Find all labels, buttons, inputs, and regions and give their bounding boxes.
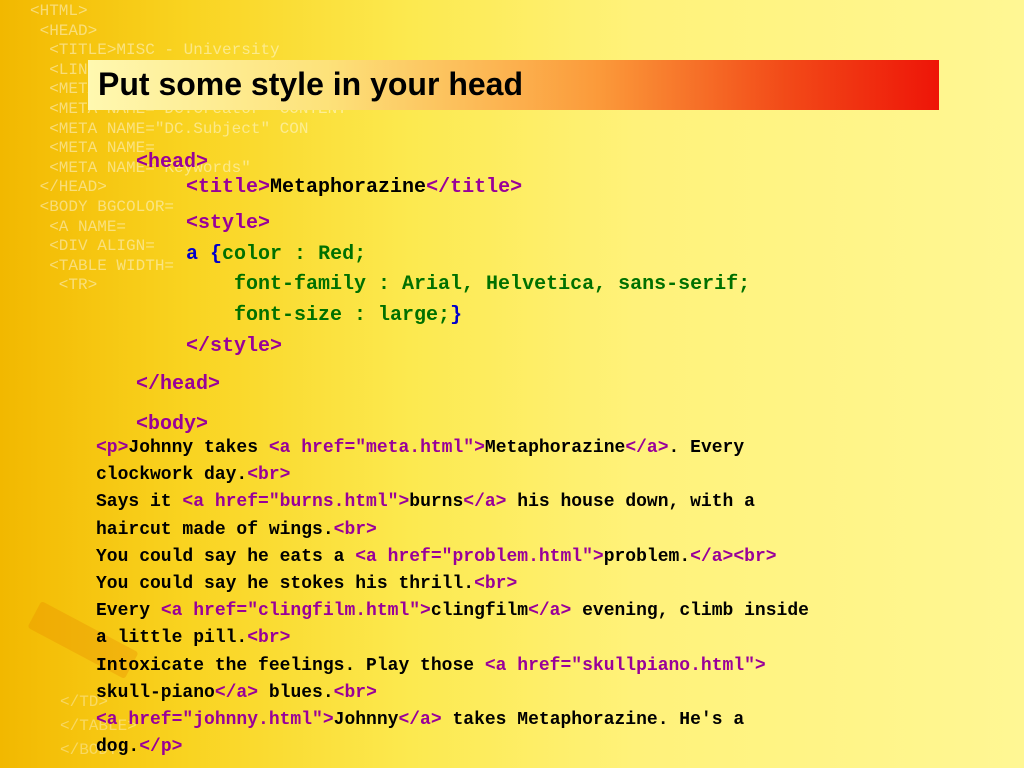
link-text: clingfilm	[430, 601, 529, 622]
tag-a-open: <a href="burns.html">	[182, 492, 410, 513]
code-line: skull-piano</a> blues.<br>	[96, 680, 809, 707]
code-line: Every <a href="clingfilm.html">clingfilm…	[96, 598, 809, 625]
code-text: You could say he stokes his thrill.	[96, 574, 475, 595]
css-brace-close: }	[450, 304, 463, 327]
code-line: dog.</p>	[96, 734, 809, 761]
slide-title-bar: Put some style in your head	[88, 60, 939, 110]
tag-a-close: </a>	[528, 601, 572, 622]
tag-br: <br>	[474, 574, 518, 595]
code-text: Intoxicate the feelings. Play those	[96, 655, 485, 676]
tag-a-open: <a href="clingfilm.html">	[160, 601, 431, 622]
code-text: You could say he eats a	[96, 546, 356, 567]
tag-a-open: <a href="meta.html">	[268, 438, 485, 458]
link-text: skull-piano	[96, 682, 215, 703]
tag-br: <br>	[333, 519, 377, 540]
link-text: Johnny	[333, 710, 399, 731]
tag-title-close: </title>	[426, 176, 523, 199]
code-text: evening, climb inside	[571, 601, 809, 622]
link-text: problem.	[603, 546, 691, 567]
tag-a-open: <a href="skullpiano.html">	[484, 655, 766, 676]
code-line: You could say he eats a <a href="problem…	[96, 544, 809, 571]
code-line: <a href="johnny.html">Johnny</a> takes M…	[96, 707, 809, 734]
code-text: a little pill.	[96, 628, 248, 649]
code-line: Intoxicate the feelings. Play those <a h…	[96, 653, 809, 680]
tag-p-open: <p>	[96, 438, 129, 458]
code-text: Says it	[96, 492, 183, 513]
code-text: blues.	[258, 682, 334, 703]
tag-a-close: </a>	[398, 710, 442, 731]
tag-br: <br>	[247, 628, 291, 649]
code-text: dog.	[96, 737, 140, 758]
tag-a-close: </a>	[625, 438, 669, 458]
link-text: Metaphorazine	[484, 438, 626, 458]
tag-br: <br>	[733, 546, 777, 567]
code-line: clockwork day.<br>	[96, 462, 809, 489]
code-line: You could say he stokes his thrill.<br>	[96, 571, 809, 598]
title-text: Metaphorazine	[270, 176, 427, 199]
tag-a-close: </a>	[214, 682, 259, 703]
tag-a-open: <a href="johnny.html">	[96, 710, 334, 731]
code-text: takes Metaphorazine. He's a	[441, 710, 745, 731]
code-text: haircut made of wings.	[96, 519, 334, 540]
code-text: Johnny takes	[128, 438, 269, 458]
body-code-block: <p>Johnny takes <a href="meta.html">Meta…	[96, 435, 809, 761]
code-line: haircut made of wings.<br>	[96, 517, 809, 544]
tag-a-close: </a>	[690, 546, 734, 567]
tag-body-open: <body>	[136, 413, 209, 436]
link-text: burns	[409, 492, 464, 513]
code-text: clockwork day.	[96, 465, 248, 486]
tag-a-open: <a href="problem.html">	[355, 546, 604, 567]
slide-title: Put some style in your head	[98, 66, 523, 102]
code-line: a little pill.<br>	[96, 625, 809, 652]
code-line: <p>Johnny takes <a href="meta.html">Meta…	[96, 435, 809, 462]
code-text: Every	[96, 601, 161, 622]
tag-br: <br>	[247, 465, 291, 486]
code-text: . Every	[668, 438, 745, 458]
code-text: his house down, with a	[506, 492, 755, 513]
tag-br: <br>	[333, 682, 377, 703]
tag-p-close: </p>	[139, 737, 183, 758]
code-line: Says it <a href="burns.html">burns</a> h…	[96, 489, 809, 516]
tag-a-close: </a>	[463, 492, 507, 513]
